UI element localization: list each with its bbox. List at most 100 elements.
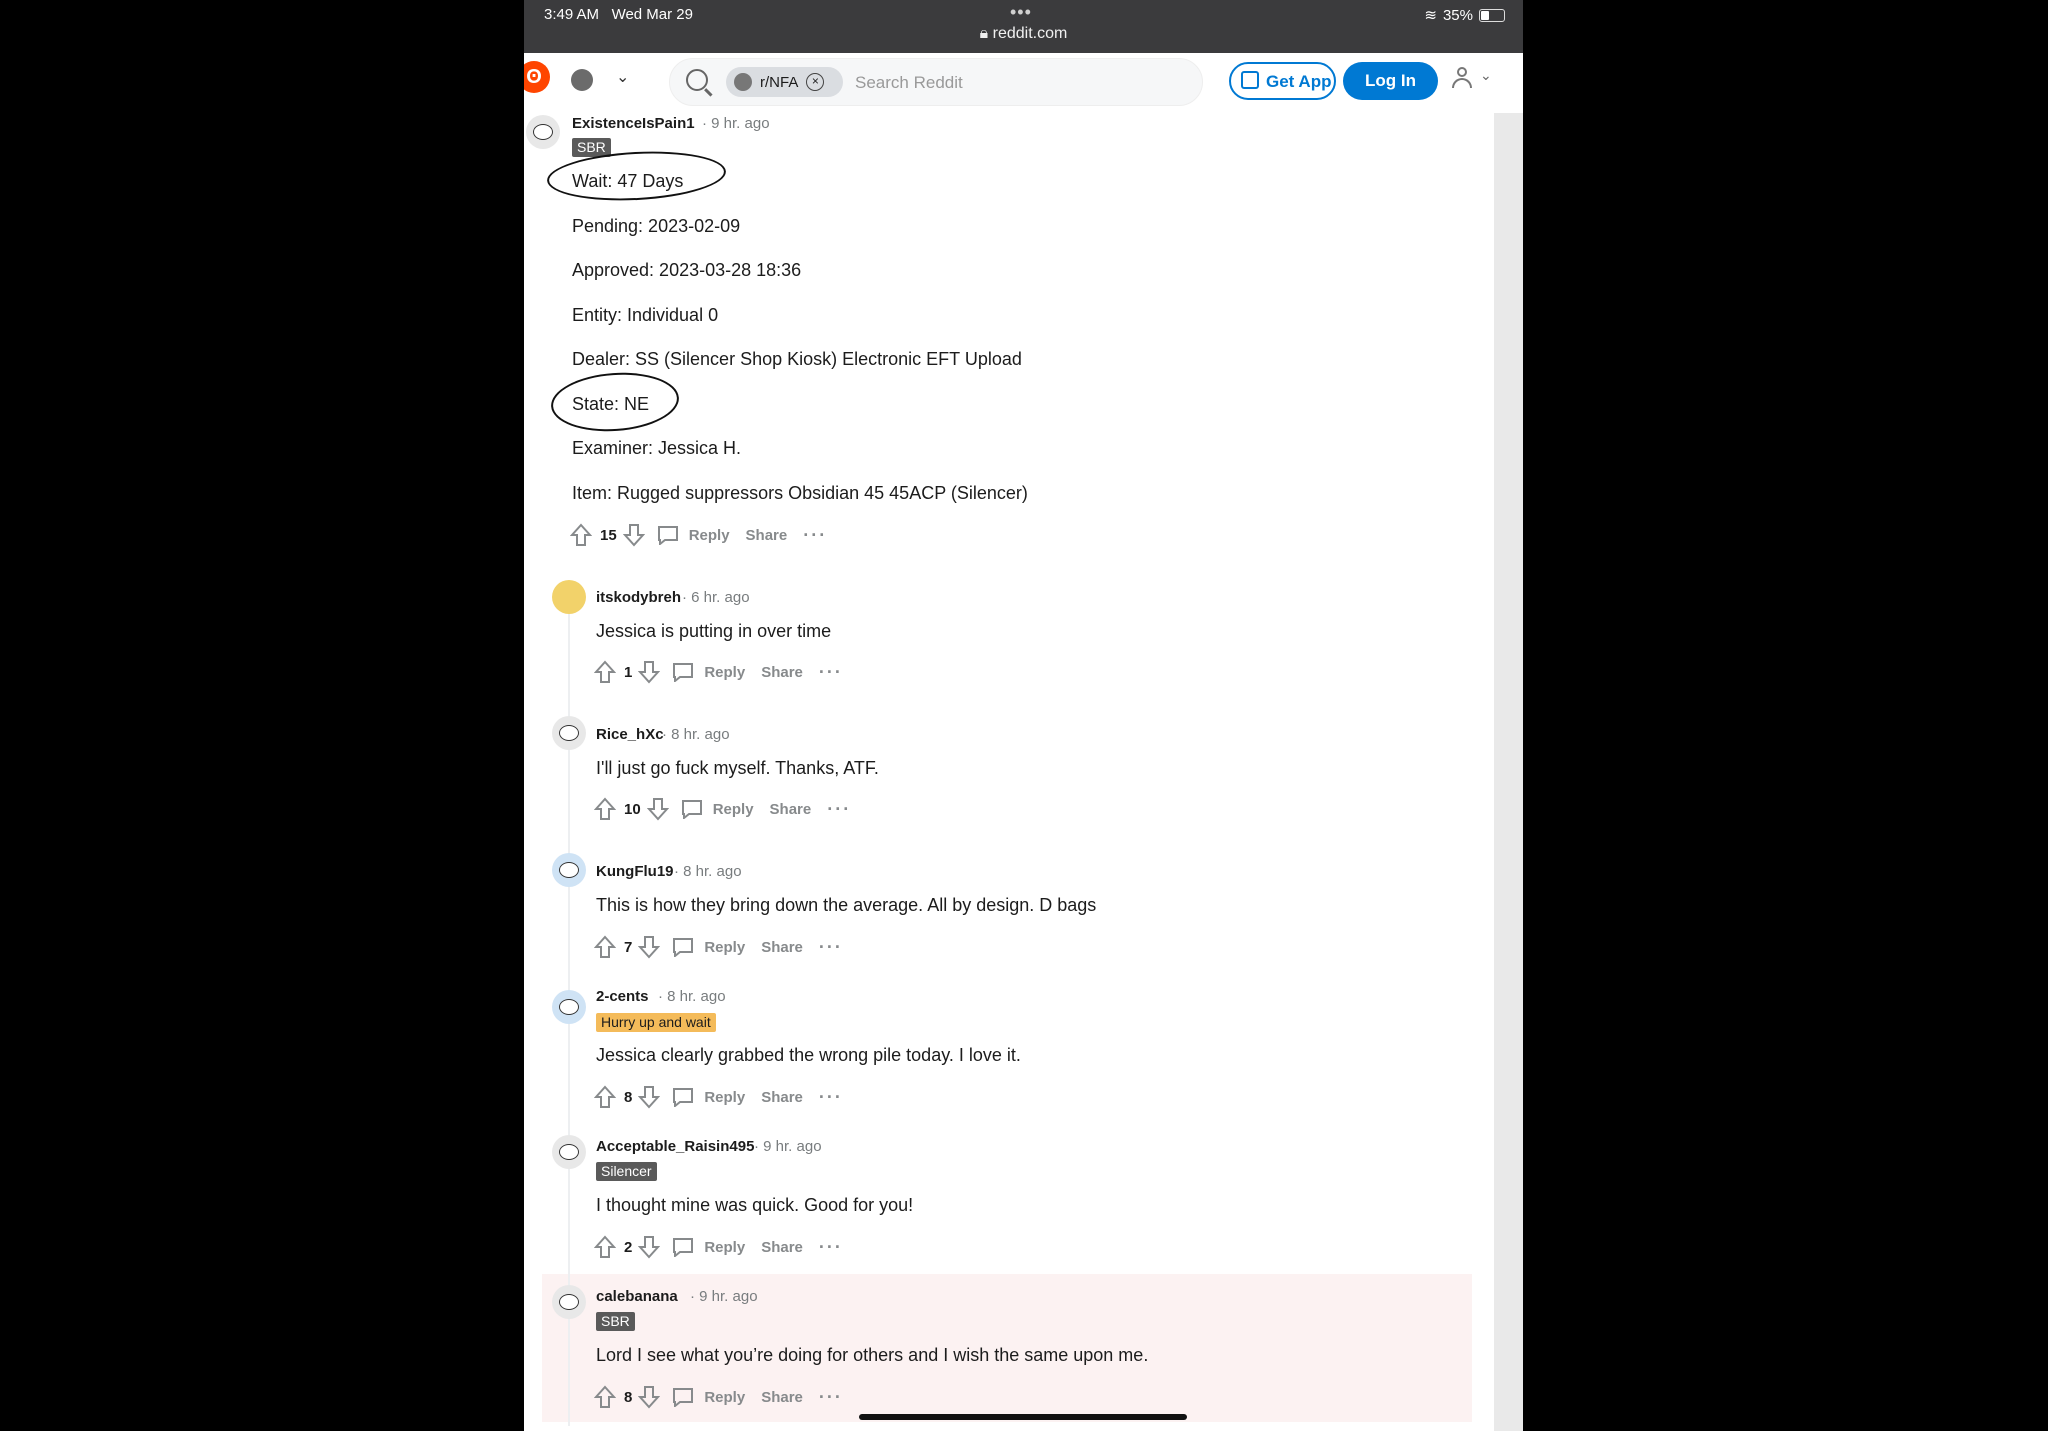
comment-text: Jessica is putting in over time [596,621,832,641]
comment-icon[interactable] [672,1087,694,1109]
search-bar[interactable]: r/NFA × Search Reddit [669,58,1203,106]
comment-author[interactable]: calebanana [596,1288,678,1305]
status-icons: ≋ 35% [1424,6,1505,24]
share-button[interactable]: Share [746,527,788,544]
subreddit-chip[interactable]: r/NFA × [726,67,843,97]
reply-button[interactable]: Reply [704,1089,745,1106]
comment-icon[interactable] [672,662,694,684]
comment-author[interactable]: Acceptable_Raisin495 [596,1138,754,1155]
chevron-down-icon[interactable]: ⌄ [1480,67,1492,84]
login-button[interactable]: Log In [1343,62,1438,100]
downvote-icon[interactable] [638,1085,661,1109]
reply-button[interactable]: Reply [689,527,730,544]
downvote-icon[interactable] [622,523,645,547]
share-button[interactable]: Share [761,664,803,681]
comment-time[interactable]: · 9 hr. ago [754,1138,822,1155]
share-button[interactable]: Share [761,1239,803,1256]
share-button[interactable]: Share [761,939,803,956]
subreddit-avatar-icon [734,73,752,91]
upvote-icon[interactable] [594,1385,616,1409]
more-icon[interactable]: ··· [819,937,843,958]
search-icon [686,69,708,91]
comment-author[interactable]: 2-cents [596,988,649,1005]
comment-time[interactable]: · 8 hr. ago [674,863,742,880]
comment-line: Approved: 2023-03-28 18:36 [572,260,802,280]
chevron-down-icon[interactable]: ⌄ [616,67,629,87]
comment-text: I'll just go fuck myself. Thanks, ATF. [596,758,879,778]
comment-icon[interactable] [672,1387,694,1409]
reply-button[interactable]: Reply [704,939,745,956]
reply-button[interactable]: Reply [704,1389,745,1406]
avatar[interactable] [552,716,586,750]
vote-score: 1 [624,663,633,681]
more-icon[interactable]: ··· [819,1237,843,1258]
get-app-button[interactable]: Get App [1229,62,1336,100]
upvote-icon[interactable] [594,660,616,684]
wifi-icon: ≋ [1424,7,1437,24]
avatar[interactable] [552,1285,586,1319]
reddit-logo-icon[interactable]: ʘ [524,61,550,93]
vote-score: 8 [624,1388,633,1406]
avatar[interactable] [552,990,586,1024]
avatar[interactable] [526,115,560,149]
share-button[interactable]: Share [761,1389,803,1406]
more-icon[interactable]: ··· [819,662,843,683]
downvote-icon[interactable] [638,1235,661,1259]
downvote-icon[interactable] [638,935,661,959]
downvote-icon[interactable] [638,660,661,684]
comment-line: Item: Rugged suppressors Obsidian 45 45A… [572,483,1028,503]
user-icon[interactable] [1452,67,1472,88]
share-button[interactable]: Share [770,801,812,818]
comment-author[interactable]: Rice_hXc [596,726,664,743]
comment-time[interactable]: · 9 hr. ago [702,115,770,132]
downvote-icon[interactable] [646,797,669,821]
more-dots-icon[interactable]: ••• [1010,2,1032,23]
avatar[interactable] [552,580,586,614]
comment-author[interactable]: itskodybreh [596,589,681,606]
comment-icon[interactable] [657,525,679,547]
url-bar[interactable]: 🔒︎ reddit.com [524,25,1523,43]
comment-actions: 7 Reply Share ··· [594,932,843,962]
comment-author[interactable]: KungFlu19 [596,863,674,880]
comment-text: Jessica clearly grabbed the wrong pile t… [596,1045,1021,1065]
annotation-circle [549,368,681,436]
comment-actions: 8 Reply Share ··· [594,1082,843,1112]
comment-actions: 1 Reply Share ··· [594,657,843,687]
vote-score: 8 [624,1088,633,1106]
comment-actions: 8 Reply Share ··· [594,1382,843,1412]
upvote-icon[interactable] [594,1085,616,1109]
more-icon[interactable]: ··· [827,799,851,820]
user-flair: Silencer [596,1162,657,1181]
downvote-icon[interactable] [638,1385,661,1409]
vote-score: 10 [624,800,641,818]
site-header: ʘ ⌄ r/NFA × Search Reddit Get App Log In… [524,53,1523,113]
comment-time[interactable]: · 8 hr. ago [662,726,730,743]
share-button[interactable]: Share [761,1089,803,1106]
comment-time[interactable]: · 9 hr. ago [690,1288,758,1305]
battery-percent: 35% [1442,6,1473,24]
comment-time[interactable]: · 6 hr. ago [682,589,750,606]
comment-icon[interactable] [681,799,703,821]
upvote-icon[interactable] [594,797,616,821]
upvote-icon[interactable] [570,523,592,547]
upvote-icon[interactable] [594,1235,616,1259]
more-icon[interactable]: ··· [819,1087,843,1108]
upvote-icon[interactable] [594,935,616,959]
search-input[interactable]: Search Reddit [855,73,963,93]
comment-author[interactable]: ExistenceIsPain1 [572,115,695,132]
avatar[interactable] [552,853,586,887]
comment-icon[interactable] [672,1237,694,1259]
scrollbar-track[interactable] [1494,113,1523,1431]
reply-button[interactable]: Reply [713,801,754,818]
comment-time[interactable]: · 8 hr. ago [658,988,726,1005]
more-icon[interactable]: ··· [819,1387,843,1408]
more-icon[interactable]: ··· [803,525,827,546]
avatar[interactable] [552,1135,586,1169]
comment-icon[interactable] [672,937,694,959]
home-indicator[interactable] [859,1414,1187,1420]
community-avatar-icon[interactable] [571,69,593,91]
reply-button[interactable]: Reply [704,664,745,681]
user-flair: Hurry up and wait [596,1013,716,1032]
close-circle-icon[interactable]: × [806,73,825,91]
reply-button[interactable]: Reply [704,1239,745,1256]
